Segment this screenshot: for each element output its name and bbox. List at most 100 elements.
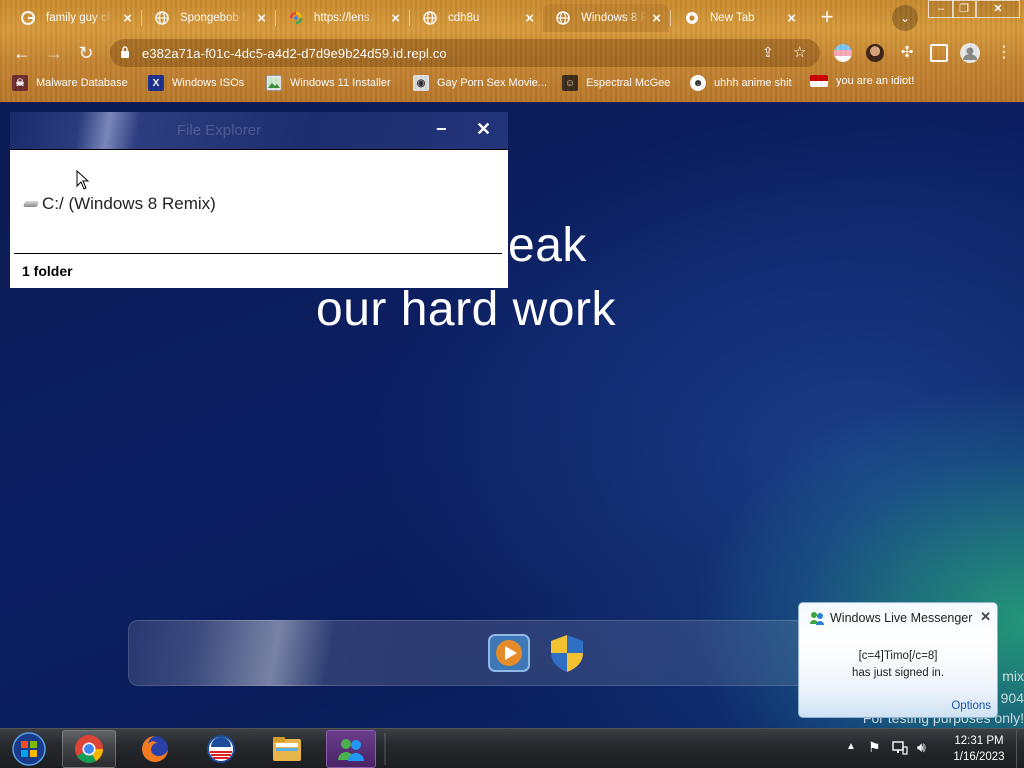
browser-toolbar: ← → ↻ e382a71a-f01c-4dc5-a4d2-d7d9e9b24d…: [0, 36, 1024, 70]
flag-icon: [810, 75, 828, 87]
google-lens-icon: [288, 10, 304, 26]
notification-title: Windows Live Messenger: [830, 611, 973, 625]
close-tab-icon[interactable]: ×: [123, 10, 132, 27]
hard-drive-icon: [22, 201, 40, 207]
messenger-taskbar-button[interactable]: [326, 730, 376, 768]
bookmark-label: Espectral McGee: [586, 77, 671, 89]
bookmark-label: Windows 11 Installer: [290, 77, 391, 89]
close-icon[interactable]: ✕: [980, 609, 991, 625]
messenger-notification[interactable]: Windows Live Messenger ✕ [c=4]Timo[/c=8]…: [798, 602, 998, 718]
close-tab-icon[interactable]: ×: [652, 10, 661, 27]
messenger-buddy-icon: [809, 611, 825, 628]
security-shield-icon[interactable]: [545, 631, 589, 675]
tab-search-chevron-icon[interactable]: ⌄: [892, 5, 918, 31]
drive-item[interactable]: C:/ (Windows 8 Remix): [22, 194, 216, 214]
close-tab-icon[interactable]: ×: [391, 10, 400, 27]
obama-taskbar-button[interactable]: [196, 730, 246, 768]
bookmark-label: Gay Porn Sex Movie...: [437, 77, 548, 89]
notification-contact: [c=4]Timo[/c=8]: [858, 650, 938, 662]
glass-dock: [128, 620, 808, 686]
tab-family-guy[interactable]: family guy cli ×: [8, 4, 140, 32]
clock-time: 12:31 PM: [954, 735, 1004, 747]
chrome-menu-icon[interactable]: ⋮: [992, 41, 1016, 65]
trans-flag-extension-icon[interactable]: [834, 44, 852, 62]
bookmark-anime[interactable]: ☻ uhhh anime shit: [690, 75, 792, 91]
bookmark-label: you are an idiot!: [836, 75, 915, 87]
bookmark-espectral-mcgee[interactable]: ☺ Espectral McGee: [562, 75, 670, 91]
side-panel-icon[interactable]: [930, 44, 948, 62]
show-desktop-button[interactable]: [1016, 729, 1024, 768]
notification-message: has just signed in.: [851, 667, 945, 679]
tab-cdh8u[interactable]: cdh8u ×: [410, 4, 542, 32]
show-hidden-icons-icon[interactable]: ▲: [846, 741, 856, 752]
browser-chrome: family guy cli × Spongebob M × https://l…: [0, 0, 1024, 102]
google-g-icon: [20, 10, 36, 26]
status-folder-count: 1 folder: [22, 263, 73, 279]
close-tab-icon[interactable]: ×: [787, 10, 796, 27]
tab-spongebob[interactable]: Spongebob M ×: [142, 4, 274, 32]
options-link[interactable]: Options: [951, 700, 991, 712]
globe-icon: [154, 10, 170, 26]
minimize-window-button[interactable]: –: [928, 0, 954, 18]
bookmark-star-icon[interactable]: ☆: [793, 43, 806, 61]
messenger-icon: [338, 739, 364, 761]
volume-icon[interactable]: 🔊︎: [917, 739, 926, 756]
close-window-button[interactable]: ✕: [976, 0, 1020, 18]
url-text: e382a71a-f01c-4dc5-a4d2-d7d9e9b24d59.id.…: [142, 46, 447, 61]
close-button[interactable]: ✕: [476, 119, 491, 140]
restore-window-button[interactable]: ❐: [952, 0, 976, 18]
file-explorer-window[interactable]: File Explorer − ✕ C:/ (Windows 8 Remix) …: [10, 112, 508, 288]
globe-icon: [555, 10, 571, 26]
obama-logo-icon: [207, 735, 235, 763]
profile-avatar-icon[interactable]: [960, 43, 980, 63]
clock-date: 1/16/2023: [953, 751, 1005, 763]
media-player-icon[interactable]: [487, 631, 531, 675]
bookmarks-bar: ☠ Malware Database X Windows ISOs Window…: [0, 72, 1024, 96]
tab-title: https://lens.: [314, 12, 373, 24]
chrome-taskbar-button[interactable]: [62, 730, 116, 768]
bookmark-windows-isos[interactable]: X Windows ISOs: [148, 75, 244, 91]
close-tab-icon[interactable]: ×: [525, 10, 534, 27]
window-title: File Explorer: [176, 122, 262, 139]
reload-icon[interactable]: ↻: [74, 41, 98, 65]
firefox-icon: [142, 736, 168, 762]
tab-title: cdh8u: [448, 12, 480, 24]
profile-extension-icon[interactable]: [866, 44, 884, 62]
tab-windows-8-remix[interactable]: Windows 8 R ×: [543, 4, 669, 32]
minimize-button[interactable]: −: [436, 119, 447, 140]
bookmark-label: Windows ISOs: [172, 77, 245, 89]
tab-title: Spongebob M: [180, 12, 246, 24]
bookmark-malware-database[interactable]: ☠ Malware Database: [12, 75, 128, 91]
address-bar[interactable]: e382a71a-f01c-4dc5-a4d2-d7d9e9b24d59.id.…: [110, 39, 820, 67]
bookmark-you-are-an-idiot[interactable]: you are an idiot!: [810, 75, 914, 87]
firefox-taskbar-button[interactable]: [130, 730, 180, 768]
action-center-flag-icon[interactable]: ⚑: [868, 739, 881, 756]
system-clock[interactable]: 12:31 PM 1/16/2023: [944, 733, 1014, 765]
bookmark-label: uhhh anime shit: [714, 77, 792, 89]
chrome-icon: [75, 735, 103, 763]
bookmark-site[interactable]: ◉ Gay Porn Sex Movie...: [413, 75, 547, 91]
globe-icon: [422, 10, 438, 26]
tab-new-tab[interactable]: New Tab ×: [672, 4, 804, 32]
close-tab-icon[interactable]: ×: [257, 10, 266, 27]
malware-icon: ☠: [12, 75, 28, 91]
start-orb-icon[interactable]: [4, 730, 54, 768]
bookmark-windows-11-installer[interactable]: Windows 11 Installer: [266, 75, 391, 91]
window-content: C:/ (Windows 8 Remix) 1 folder: [10, 149, 508, 288]
tab-title: New Tab: [710, 12, 755, 24]
share-icon[interactable]: ⇪: [762, 44, 774, 61]
picture-icon: [266, 75, 282, 91]
new-tab-button[interactable]: +: [814, 5, 840, 31]
tab-strip: family guy cli × Spongebob M × https://l…: [0, 0, 1024, 34]
desktop: eak our hard work mix 904 For testing pu…: [0, 102, 1024, 728]
tab-google-lens[interactable]: https://lens. ×: [276, 4, 408, 32]
explorer-taskbar-button[interactable]: [262, 730, 312, 768]
network-icon[interactable]: [892, 741, 908, 758]
extensions-puzzle-icon[interactable]: ✣: [898, 44, 916, 62]
character-icon: ☺: [562, 75, 578, 91]
forward-arrow-icon[interactable]: →: [42, 41, 66, 65]
back-arrow-icon[interactable]: ←: [10, 41, 34, 65]
tab-divider: [670, 10, 671, 26]
window-titlebar[interactable]: File Explorer − ✕: [10, 112, 508, 149]
tab-title: family guy cli: [46, 12, 112, 24]
